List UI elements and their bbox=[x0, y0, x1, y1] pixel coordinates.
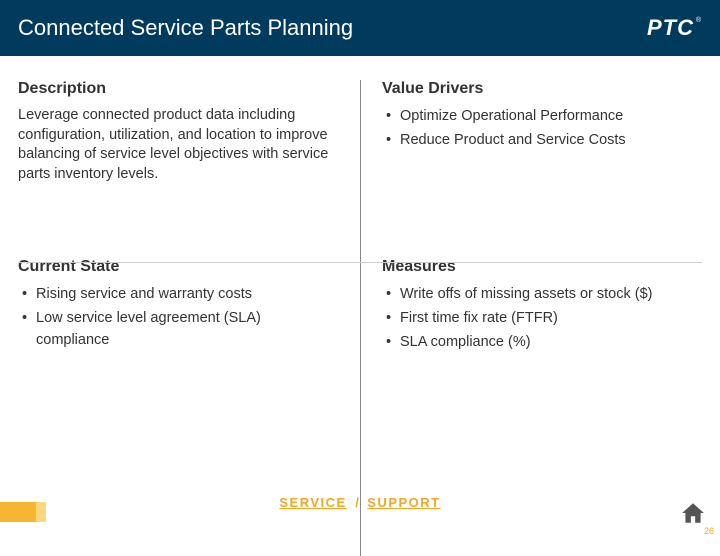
accent-bar bbox=[0, 502, 36, 522]
measures-list: Write offs of missing assets or stock ($… bbox=[382, 284, 692, 353]
footer-nav: SERVICE / SUPPORT bbox=[0, 494, 720, 512]
header-bar: Connected Service Parts Planning PTC bbox=[0, 0, 720, 56]
value-drivers-list: Optimize Operational Performance Reduce … bbox=[382, 106, 692, 152]
measures-cell: Measures Write offs of missing assets or… bbox=[360, 258, 702, 375]
list-item: Rising service and warranty costs bbox=[18, 284, 338, 306]
current-state-cell: Current State Rising service and warrant… bbox=[18, 258, 360, 375]
description-body: Leverage connected product data includin… bbox=[18, 106, 338, 184]
ptc-logo: PTC bbox=[647, 15, 702, 41]
description-heading: Description bbox=[18, 80, 338, 98]
description-cell: Description Leverage connected product d… bbox=[18, 80, 360, 204]
horizontal-divider bbox=[18, 262, 702, 263]
measures-heading: Measures bbox=[382, 258, 692, 276]
page-number: 26 bbox=[704, 526, 714, 536]
value-drivers-cell: Value Drivers Optimize Operational Perfo… bbox=[360, 80, 702, 204]
list-item: Write offs of missing assets or stock ($… bbox=[382, 284, 692, 306]
current-state-list: Rising service and warranty costs Low se… bbox=[18, 284, 338, 351]
page-title: Connected Service Parts Planning bbox=[18, 15, 353, 41]
value-drivers-heading: Value Drivers bbox=[382, 80, 692, 98]
footer-separator: / bbox=[355, 495, 359, 510]
list-item: SLA compliance (%) bbox=[382, 332, 692, 354]
list-item: Optimize Operational Performance bbox=[382, 106, 692, 128]
list-item: Low service level agreement (SLA) compli… bbox=[18, 308, 338, 352]
list-item: Reduce Product and Service Costs bbox=[382, 130, 692, 152]
service-link[interactable]: SERVICE bbox=[279, 495, 346, 510]
support-link[interactable]: SUPPORT bbox=[367, 495, 440, 510]
accent-bar-light bbox=[36, 502, 46, 522]
home-icon[interactable] bbox=[680, 500, 706, 526]
list-item: First time fix rate (FTFR) bbox=[382, 308, 692, 330]
content-grid: Description Leverage connected product d… bbox=[0, 56, 720, 376]
vertical-divider bbox=[360, 80, 361, 556]
current-state-heading: Current State bbox=[18, 258, 338, 276]
